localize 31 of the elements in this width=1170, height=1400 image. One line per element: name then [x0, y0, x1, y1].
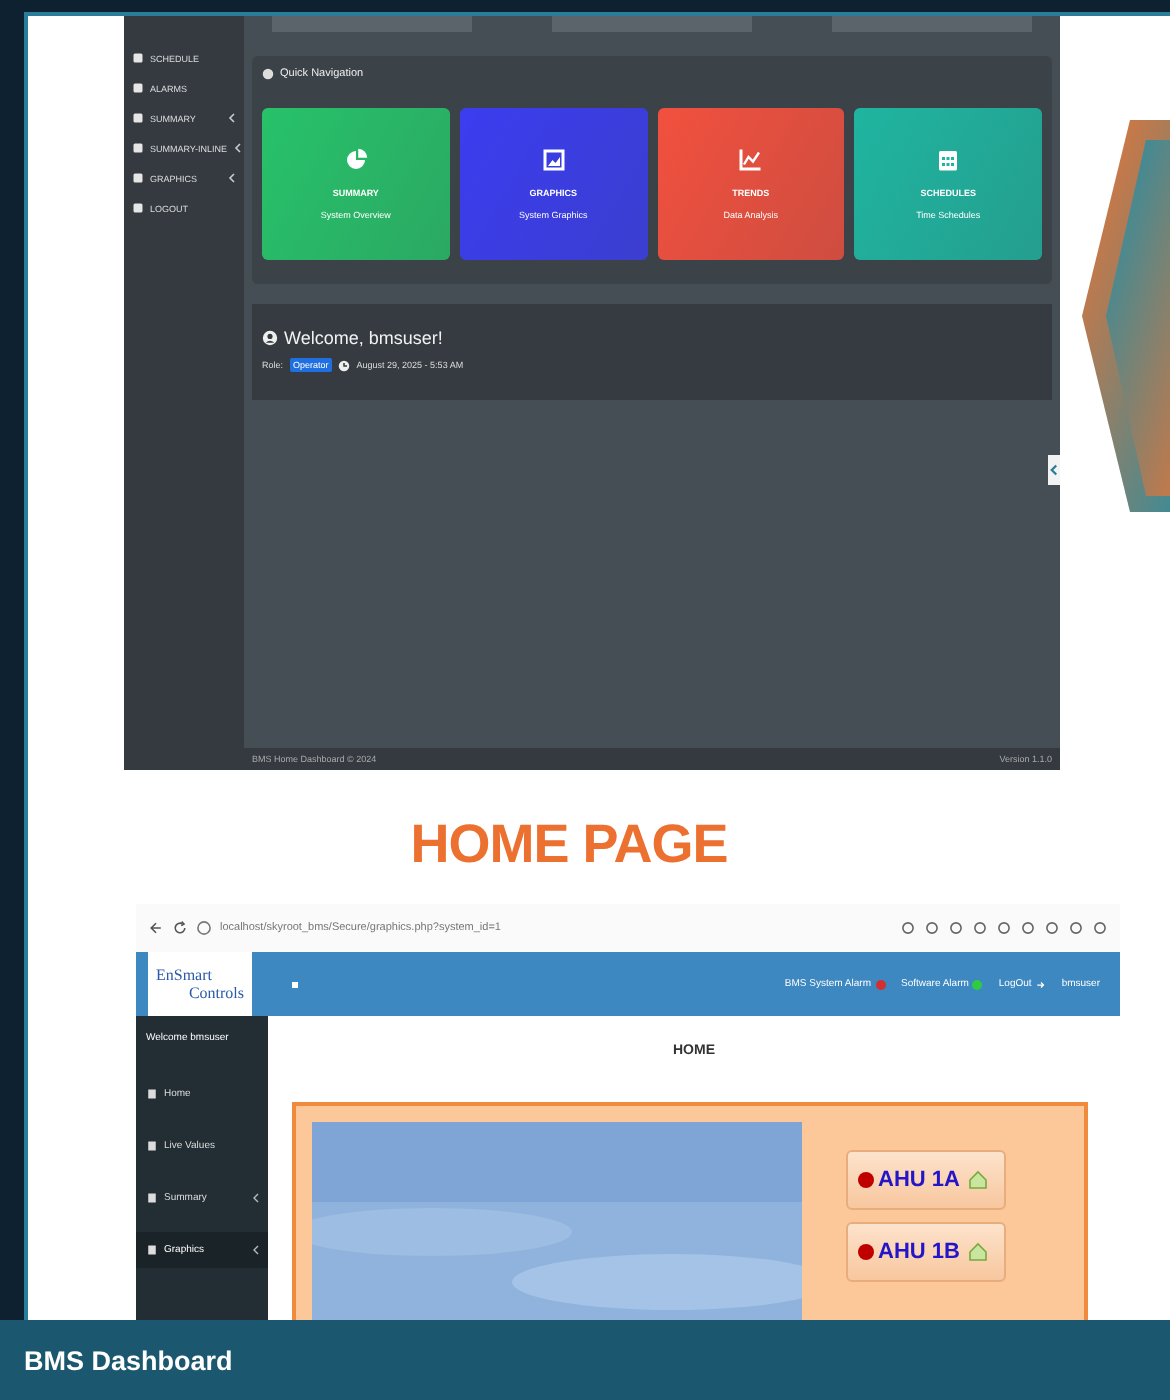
- menu-icon: [146, 1244, 158, 1256]
- pie-chart-icon: [343, 148, 368, 172]
- image-icon: [541, 148, 566, 172]
- menu-icon: [146, 1140, 158, 1152]
- unit-button[interactable]: AHU 1A: [846, 1150, 1006, 1210]
- menu-icon: [132, 142, 144, 154]
- unit-button[interactable]: AHU 1B: [846, 1222, 1006, 1282]
- collapse-tab-icon[interactable]: [1048, 452, 1060, 488]
- calendar-icon: [936, 148, 961, 172]
- caption-text: BMS Dashboard: [24, 1345, 233, 1375]
- logo: EnSmart Controls: [148, 952, 252, 1016]
- reload-icon[interactable]: [172, 920, 188, 936]
- back-icon[interactable]: [148, 920, 164, 936]
- section-heading: HOME PAGE: [408, 814, 730, 876]
- house-icon: [967, 1242, 988, 1262]
- user-icon: [262, 330, 278, 346]
- menu-icon: [132, 202, 144, 214]
- house-icon: [967, 1170, 988, 1190]
- menu-icon: [146, 1088, 158, 1100]
- menu-icon: [132, 112, 144, 124]
- compass-icon: [262, 68, 274, 80]
- menu-icon: [132, 172, 144, 184]
- menu-icon: [146, 1192, 158, 1204]
- menu-icon: [132, 52, 144, 64]
- menu-icon[interactable]: [292, 981, 298, 987]
- welcome-text: Welcome, bmsuser!: [284, 328, 443, 348]
- clock-icon: [338, 359, 351, 371]
- logout-icon: [1035, 979, 1046, 989]
- line-chart-icon: [738, 148, 763, 172]
- menu-icon: [132, 82, 144, 94]
- info-icon: [196, 920, 212, 936]
